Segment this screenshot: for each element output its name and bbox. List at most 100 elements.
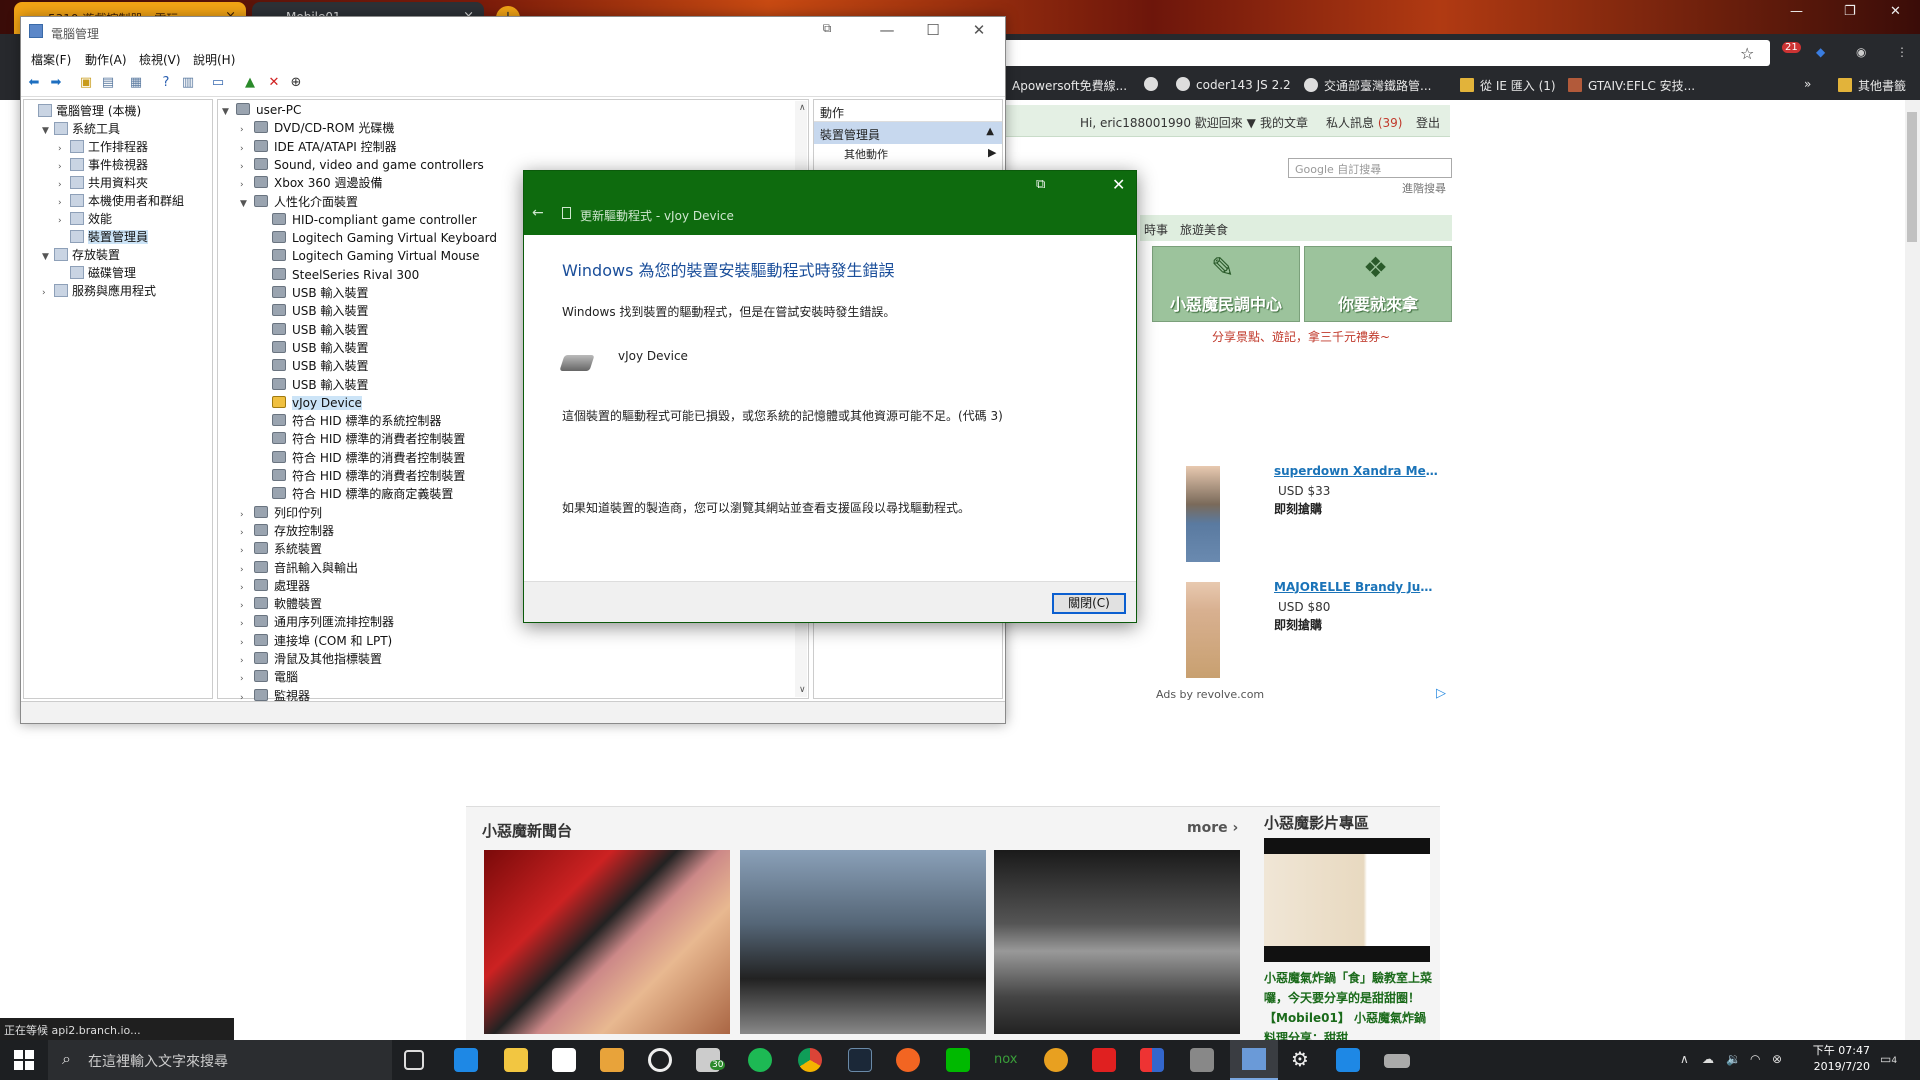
- close-dialog-button[interactable]: 關閉(C): [1052, 593, 1126, 614]
- tree-item[interactable]: ▼ 存放裝置: [26, 246, 212, 264]
- expand-arrow-icon[interactable]: ›: [240, 615, 254, 633]
- expand-arrow-icon[interactable]: ▼: [42, 248, 54, 266]
- bookmark-item[interactable]: [1144, 77, 1164, 92]
- extension-icon[interactable]: ◉: [1856, 45, 1866, 59]
- app-icon[interactable]: [1190, 1048, 1214, 1072]
- device-tree-item[interactable]: USB 輸入裝置: [258, 357, 368, 375]
- edge-icon[interactable]: [454, 1048, 478, 1072]
- window-titlebar[interactable]: [21, 17, 1005, 47]
- expand-arrow-icon[interactable]: ›: [240, 652, 254, 670]
- line-icon[interactable]: [946, 1048, 970, 1072]
- tree-item[interactable]: › 共用資料夾: [26, 174, 212, 192]
- clock[interactable]: 下午 07:47 2019/7/20: [1800, 1043, 1870, 1075]
- browser-restore-icon[interactable]: ❐: [1844, 4, 1856, 19]
- snap-icon[interactable]: ⧉: [807, 21, 847, 43]
- snap-icon[interactable]: ⧉: [1036, 177, 1045, 192]
- device-tree-item[interactable]: Logitech Gaming Virtual Mouse: [258, 247, 480, 265]
- steam-icon[interactable]: [848, 1048, 872, 1072]
- nav-item[interactable]: 旅遊美食: [1180, 221, 1228, 238]
- media-player-icon[interactable]: [600, 1048, 624, 1072]
- device-tree-item[interactable]: ▼ 人性化介面裝置: [240, 193, 358, 211]
- menu-file[interactable]: 檔案(F): [31, 51, 71, 68]
- tray-chevron-icon[interactable]: ∧: [1680, 1052, 1689, 1066]
- device-tree-item[interactable]: USB 輸入裝置: [258, 302, 368, 320]
- device-tree-item[interactable]: › Sound, video and game controllers: [240, 156, 484, 174]
- ad-item[interactable]: superdown Xandra Mesh ... USD $33 即刻搶購: [1150, 462, 1448, 572]
- monitor-icon[interactable]: ▭: [209, 74, 227, 92]
- expand-arrow-icon[interactable]: ›: [240, 121, 254, 139]
- scroll-down-icon[interactable]: ∨: [799, 685, 806, 695]
- collapse-icon[interactable]: ▲: [986, 126, 994, 137]
- bookmark-star-icon[interactable]: ☆: [1740, 44, 1754, 63]
- device-tree-item[interactable]: › 音訊輸入與輸出: [240, 559, 358, 577]
- device-tree-item[interactable]: vJoy Device: [258, 394, 362, 412]
- expand-arrow-icon[interactable]: ›: [240, 542, 254, 560]
- poll-center-banner[interactable]: ✎ 小惡魔民調中心: [1152, 246, 1300, 322]
- app-icon[interactable]: [1336, 1048, 1360, 1072]
- bookmark-item[interactable]: coder143 JS 2.2: [1176, 77, 1291, 92]
- scroll-up-icon[interactable]: ∧: [799, 103, 806, 113]
- tree-item[interactable]: › 服務與應用程式: [26, 282, 212, 300]
- ad-item[interactable]: MAJORELLE Brandy Jum... USD $80 即刻搶購: [1150, 578, 1448, 688]
- ad-title[interactable]: MAJORELLE Brandy Jum...: [1274, 580, 1440, 594]
- device-tree-item[interactable]: Logitech Gaming Virtual Keyboard: [258, 229, 497, 247]
- dropbox-icon[interactable]: ◆: [1816, 45, 1825, 59]
- actions-section-device-manager[interactable]: 裝置管理員 ▲: [814, 122, 1002, 144]
- expand-arrow-icon[interactable]: ▼: [240, 195, 254, 213]
- tree-item[interactable]: › 效能: [26, 210, 212, 228]
- app-icon[interactable]: [1140, 1048, 1164, 1072]
- expand-arrow-icon[interactable]: ›: [240, 670, 254, 688]
- news-thumbnail[interactable]: [484, 850, 730, 1034]
- app-icon[interactable]: [1044, 1048, 1068, 1072]
- user-greeting[interactable]: Hi, eric188001990 歡迎回來 ▼: [1080, 114, 1256, 131]
- tree-item[interactable]: › 本機使用者和群組: [26, 192, 212, 210]
- device-tree-item[interactable]: 符合 HID 標準的廠商定義裝置: [258, 485, 453, 503]
- update-driver-icon[interactable]: ▲: [241, 74, 259, 92]
- properties-icon[interactable]: ▦: [127, 74, 145, 92]
- expand-arrow-icon[interactable]: ›: [42, 284, 54, 302]
- store-icon[interactable]: [552, 1048, 576, 1072]
- banner-subtitle[interactable]: 分享景點、遊記，拿三千元禮券~: [1212, 328, 1390, 345]
- device-tree-item[interactable]: › 處理器: [240, 577, 310, 595]
- download-icon[interactable]: ⊕: [287, 74, 305, 92]
- dialog-close-icon[interactable]: ✕: [1112, 175, 1125, 194]
- bookmark-folder[interactable]: GTAIV:EFLC 安技...: [1568, 77, 1695, 94]
- menu-action[interactable]: 動作(A): [85, 51, 127, 68]
- bookmark-item[interactable]: Apowersoft免費線...: [1012, 77, 1127, 94]
- logout-link[interactable]: 登出: [1416, 114, 1440, 131]
- tree-item[interactable]: ▼ 系統工具: [26, 120, 212, 138]
- expand-arrow-icon[interactable]: ▼: [42, 122, 54, 140]
- back-icon[interactable]: ⬅: [25, 74, 43, 92]
- site-search-input[interactable]: Google 自訂搜尋: [1288, 158, 1452, 178]
- expand-arrow-icon[interactable]: ›: [240, 561, 254, 579]
- device-tree-item[interactable]: › 系統裝置: [240, 540, 322, 558]
- nox-icon[interactable]: nox: [994, 1052, 1018, 1067]
- video-thumbnail[interactable]: [1264, 838, 1430, 962]
- other-bookmarks[interactable]: 其他書籤: [1838, 77, 1906, 94]
- action-pane-icon[interactable]: ▥: [179, 74, 197, 92]
- bookmarks-overflow[interactable]: »: [1804, 77, 1811, 91]
- device-tree-item[interactable]: › 連接埠 (COM 和 LPT): [240, 632, 392, 650]
- uninstall-icon[interactable]: ✕: [265, 74, 283, 92]
- bookmark-folder[interactable]: 從 IE 匯入 (1): [1460, 77, 1556, 94]
- expand-arrow-icon[interactable]: ›: [240, 524, 254, 542]
- tree-item[interactable]: 電腦管理 (本機): [26, 102, 212, 120]
- browser-minimize-icon[interactable]: —: [1790, 4, 1803, 19]
- ad-cta[interactable]: 即刻搶購: [1274, 500, 1322, 517]
- expand-arrow-icon[interactable]: ›: [240, 176, 254, 194]
- device-tree-item[interactable]: › 列印佇列: [240, 504, 322, 522]
- settings-gear-icon[interactable]: ⚙: [1288, 1048, 1312, 1072]
- onedrive-icon[interactable]: ☁: [1702, 1052, 1714, 1066]
- device-tree-item[interactable]: › IDE ATA/ATAPI 控制器: [240, 138, 397, 156]
- browser-close-icon[interactable]: ✕: [1890, 4, 1901, 19]
- volume-icon[interactable]: 🔉: [1726, 1052, 1741, 1066]
- notification-icon[interactable]: ▭4: [1880, 1052, 1897, 1066]
- close-button[interactable]: ✕: [959, 21, 999, 43]
- up-folder-icon[interactable]: ▣: [77, 74, 95, 92]
- expand-arrow-icon[interactable]: ›: [240, 634, 254, 652]
- device-tree-item[interactable]: USB 輸入裝置: [258, 321, 368, 339]
- origin-icon[interactable]: [896, 1048, 920, 1072]
- back-arrow-icon[interactable]: ←: [532, 205, 544, 221]
- device-tree-item[interactable]: USB 輸入裝置: [258, 284, 368, 302]
- chrome-icon[interactable]: [798, 1048, 822, 1072]
